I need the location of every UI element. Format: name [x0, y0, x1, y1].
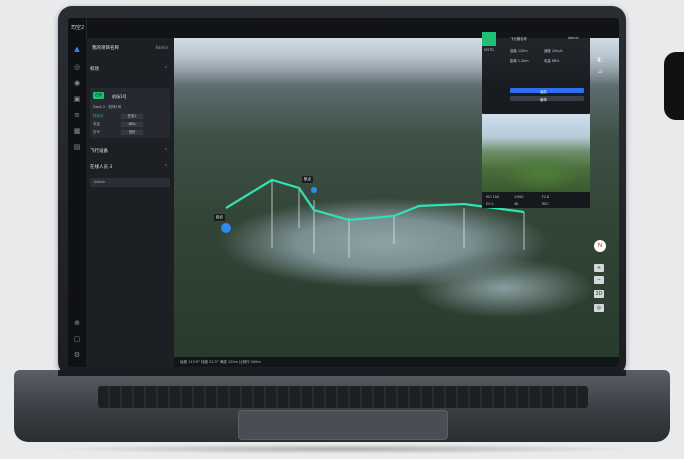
- info-row: 飞行器名称: [510, 37, 527, 41]
- section-devices-label: 飞行设备: [90, 149, 108, 154]
- layers-icon[interactable]: ◧: [595, 56, 605, 64]
- device-tab-label: M3TD: [484, 48, 494, 52]
- device-name: 机场1号: [112, 94, 127, 99]
- return-home-button[interactable]: 返航: [510, 88, 584, 94]
- live-video-feed: [482, 114, 590, 192]
- member-item[interactable]: Admin: [90, 178, 170, 187]
- video-stats: ISO 100 1/500 F2.8 EV 0 4K REC: [482, 192, 590, 208]
- device-tab[interactable]: [482, 32, 496, 46]
- device-row-label: 作业中: [93, 114, 104, 118]
- nav-help-icon[interactable]: ⊕: [72, 318, 82, 328]
- app-name: 司空2: [71, 25, 85, 31]
- laptop-screen: 司空2 ▲ ◎ ◉ ▣ ≡ ▦ ▤ ⊕ ▢ ⚙ 我的项目名称 Admin 机场 …: [68, 18, 619, 367]
- chevron-up-icon[interactable]: ⌃: [164, 164, 168, 170]
- info-row: 高度 120m: [510, 49, 528, 53]
- device-row-value: 良好: [121, 130, 143, 135]
- flight-info-panel: M3TD Admin 飞行器名称 高度 120m 速度 10m/s 距离 1.2…: [482, 32, 590, 114]
- device-row: 作业中 任务1: [93, 114, 167, 120]
- video-stat: ISO 100: [486, 195, 500, 199]
- device-row-value: 88%: [121, 122, 143, 127]
- section-dock[interactable]: 机场 ⌃: [90, 66, 170, 74]
- laptop-shadow: [40, 444, 644, 454]
- project-user[interactable]: Admin: [155, 45, 168, 50]
- nav-device-icon[interactable]: ◉: [72, 78, 82, 88]
- search-icon[interactable]: ⌕: [595, 44, 605, 52]
- return-home-label: 返航: [540, 89, 547, 94]
- live-video-panel[interactable]: ISO 100 1/500 F2.8 EV 0 4K REC: [482, 114, 590, 208]
- hover-label: 悬停: [540, 97, 547, 102]
- hover-button[interactable]: 悬停: [510, 96, 584, 102]
- nav-map-icon[interactable]: ◎: [72, 62, 82, 72]
- device-row-value: 任务1: [121, 114, 143, 119]
- nav-route-icon[interactable]: ≡: [72, 110, 82, 120]
- nav-message-icon[interactable]: ▢: [72, 334, 82, 344]
- drone-marker: [221, 223, 231, 233]
- chevron-up-icon[interactable]: ⌃: [164, 66, 168, 72]
- project-side-panel: 我的项目名称 Admin 机场 ⌃ 在线 机场1号 Dock 2 · 机场1号 …: [86, 38, 174, 367]
- video-stat: REC: [542, 202, 549, 206]
- info-row: 电量 88%: [544, 59, 560, 63]
- section-people-label: 在线人员 3: [90, 165, 113, 170]
- device-row-label: 信号: [93, 130, 100, 134]
- section-dock-label: 机场: [90, 67, 99, 72]
- info-header: Admin: [568, 36, 579, 40]
- status-badge: 在线: [93, 92, 104, 99]
- map-controls: + − 2D ◎: [594, 238, 606, 348]
- video-stat: EV 0: [486, 202, 494, 206]
- device-card[interactable]: 在线 机场1号 Dock 2 · 机场1号 作业中 任务1 电量 88% 信号 …: [90, 88, 170, 138]
- device-subtitle: Dock 2 · 机场1号: [93, 105, 122, 109]
- nav-project-icon[interactable]: ▲: [72, 44, 82, 54]
- video-stat: 1/500: [514, 195, 524, 199]
- aircraft-marker: [311, 187, 317, 193]
- device-row: 电量 88%: [93, 122, 167, 128]
- background-object: [664, 52, 684, 120]
- waypoint-label: 航点: [302, 176, 313, 183]
- device-row-label: 电量: [93, 122, 100, 126]
- device-row: 信号 良好: [93, 130, 167, 136]
- info-row: 速度 10m/s: [544, 49, 563, 53]
- nav-media-icon[interactable]: ▣: [72, 94, 82, 104]
- info-row: 距离 1.2km: [510, 59, 529, 63]
- section-devices[interactable]: 飞行设备 ⌃: [90, 148, 170, 156]
- laptop-hinge: [58, 370, 626, 376]
- laptop-trackpad: [238, 410, 448, 440]
- video-stat: F2.8: [542, 195, 550, 199]
- nav-rail: 司空2 ▲ ◎ ◉ ▣ ≡ ▦ ▤ ⊕ ▢ ⚙: [68, 18, 87, 367]
- video-stat: 4K: [514, 202, 519, 206]
- waypoint-label: 起点: [214, 214, 225, 221]
- flight-route-line: [225, 178, 525, 222]
- nav-model-icon[interactable]: ▤: [72, 142, 82, 152]
- section-people[interactable]: 在线人员 3 ⌃: [90, 164, 170, 172]
- right-toolbar: ⌕ ◧ ⊿: [593, 42, 607, 82]
- map-status-bar: 经度 113.9° 纬度 22.5° 海拔 120m 比例尺 500m: [174, 357, 619, 367]
- chevron-up-icon[interactable]: ⌃: [164, 148, 168, 154]
- zoom-in-button[interactable]: +: [594, 264, 604, 272]
- view-mode-button[interactable]: 2D: [594, 290, 604, 298]
- locate-button[interactable]: ◎: [594, 304, 604, 312]
- zoom-out-button[interactable]: −: [594, 276, 604, 284]
- ruler-icon[interactable]: ⊿: [595, 68, 605, 76]
- nav-task-icon[interactable]: ▦: [72, 126, 82, 136]
- nav-settings-icon[interactable]: ⚙: [72, 350, 82, 360]
- laptop-keyboard: [98, 386, 588, 408]
- project-title: 我的项目名称: [92, 46, 119, 51]
